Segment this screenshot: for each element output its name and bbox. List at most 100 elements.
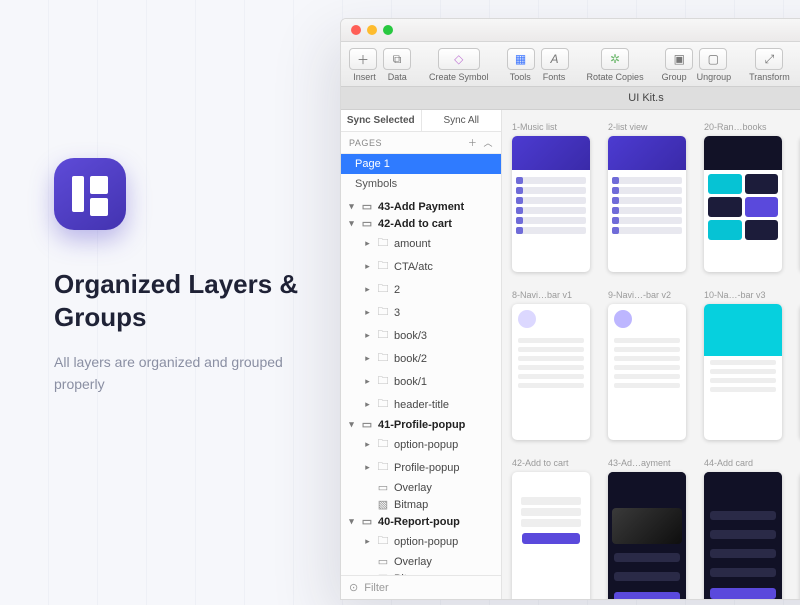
collapse-pages-icon[interactable]: ︿ (483, 136, 493, 149)
disclosure-arrow-icon[interactable]: ▾ (347, 218, 356, 229)
layer-tree[interactable]: ▾▭43-Add Payment▾▭42-Add to cart▸🗀amount… (341, 194, 501, 575)
layer-row[interactable]: ▸🗀3 (341, 301, 501, 324)
layer-row[interactable]: ▸🗀book/3 (341, 324, 501, 347)
minimize-window-icon[interactable] (367, 25, 377, 35)
layer-row[interactable]: ▸🗀Profile-popup (341, 456, 501, 479)
filter-row[interactable]: ⊙ Filter (341, 575, 501, 599)
disclosure-arrow-icon[interactable]: ▾ (347, 419, 356, 430)
create-symbol-icon[interactable]: ◇ (438, 48, 480, 70)
layer-name: CTA/atc (394, 261, 433, 273)
create-symbol-label: Create Symbol (429, 72, 489, 82)
folder-icon: 🗀 (377, 349, 389, 368)
artboard-10-navbar-v3[interactable]: 10-Na…-bar v3 (704, 290, 782, 440)
disclosure-arrow-icon[interactable]: ▾ (347, 516, 356, 527)
rotate-copies-icon[interactable]: ✲ (601, 48, 629, 70)
layer-name: Overlay (394, 556, 432, 568)
window-titlebar[interactable]: UI Kit.sket (341, 19, 800, 42)
artboard-44-add-card[interactable]: 44-Add card (704, 458, 782, 599)
disclosure-arrow-icon[interactable]: ▸ (363, 439, 372, 450)
layer-name: option-popup (394, 439, 458, 451)
canvas[interactable]: 1-Music list 2-list view 20-Ran…books (502, 110, 800, 599)
ungroup-label: Ungroup (697, 72, 732, 82)
page-item-page1[interactable]: Page 1 (341, 154, 501, 174)
layer-row[interactable]: ▸🗀amount (341, 232, 501, 255)
disclosure-arrow-icon[interactable]: ▸ (363, 261, 372, 272)
layer-row[interactable]: ▸🗀book/2 (341, 347, 501, 370)
disclosure-arrow-icon[interactable]: ▸ (363, 284, 372, 295)
layer-row[interactable]: ▸🗀option-popup (341, 530, 501, 553)
layer-name: book/1 (394, 376, 427, 388)
layer-row[interactable]: ▾▭40-Report-poup (341, 513, 501, 530)
sync-all-button[interactable]: Sync All (422, 110, 502, 131)
disclosure-arrow-icon[interactable]: ▸ (363, 307, 372, 318)
layer-row[interactable]: ▾▭43-Add Payment (341, 198, 501, 215)
toolbar-rotate-copies[interactable]: ✲ Rotate Copies (587, 48, 644, 82)
disclosure-arrow-icon[interactable]: ▸ (363, 536, 372, 547)
toolbar-transform[interactable]: ⤢ Transform (749, 48, 790, 82)
artboard-label: 8-Navi…bar v1 (512, 290, 590, 300)
toolbar-tools-fonts[interactable]: ▦ A Tools Fonts (507, 48, 569, 82)
folder-icon: 🗀 (377, 435, 389, 454)
layer-name: Overlay (394, 482, 432, 494)
folder-icon: 🗀 (377, 458, 389, 477)
layer-row[interactable]: ▧ Bitmap (341, 496, 501, 513)
disclosure-arrow-icon[interactable]: ▸ (363, 399, 372, 410)
window-traffic-lights[interactable] (351, 25, 393, 35)
fonts-icon[interactable]: A (541, 48, 569, 70)
folder-icon: 🗀 (377, 257, 389, 276)
artboard-2-list-view[interactable]: 2-list view (608, 122, 686, 272)
layer-row[interactable]: ▸ 🗀 book/1 (341, 370, 501, 393)
transform-icon[interactable]: ⤢ (755, 48, 783, 70)
filter-icon[interactable]: ⊙ (349, 581, 358, 594)
layer-row[interactable]: ▭Overlay (341, 553, 501, 570)
layer-row[interactable]: ▭Overlay (341, 479, 501, 496)
disclosure-arrow-icon[interactable]: ▸ (363, 330, 372, 341)
group-icon[interactable]: ▣ (665, 48, 693, 70)
artboard-1-music-list[interactable]: 1-Music list (512, 122, 590, 272)
folder-icon: 🗀 (377, 303, 389, 322)
document-tabstrip[interactable]: UI Kit.s (341, 87, 800, 110)
layer-name: Bitmap (394, 499, 428, 511)
add-page-icon[interactable]: ＋ (468, 136, 478, 149)
toolbar-insert[interactable]: ＋ ⧉ Insert Data (349, 48, 411, 82)
ungroup-icon[interactable]: ▢ (699, 48, 727, 70)
toolbar-create-symbol[interactable]: ◇ Create Symbol (429, 48, 489, 82)
disclosure-arrow-icon[interactable]: ▸ (363, 238, 372, 249)
artboard-43-add-payment[interactable]: 43-Ad…ayment (608, 458, 686, 599)
sync-selected-button[interactable]: Sync Selected (341, 110, 422, 131)
data-label: Data (388, 72, 407, 82)
image-icon: ▧ (377, 498, 389, 511)
tools-icon[interactable]: ▦ (507, 48, 535, 70)
artboard-row-1: 1-Music list 2-list view 20-Ran…books (512, 122, 800, 272)
artboard-20-ranbooks[interactable]: 20-Ran…books (704, 122, 782, 272)
artboard-label: 9-Navi…-bar v2 (608, 290, 686, 300)
promo-subtitle: All layers are organized and grouped pro… (54, 351, 304, 396)
document-tab[interactable]: UI Kit.s (628, 92, 663, 104)
zoom-window-icon[interactable] (383, 25, 393, 35)
layer-row[interactable]: ▾▭41-Profile-popup (341, 416, 501, 433)
artboard-icon: ▭ (361, 217, 373, 230)
layer-name: header-title (394, 399, 449, 411)
disclosure-arrow-icon[interactable]: ▸ (363, 462, 372, 473)
disclosure-arrow-icon[interactable]: ▸ (363, 353, 372, 364)
artboard-9-navbar-v2[interactable]: 9-Navi…-bar v2 (608, 290, 686, 440)
artboard-label: 43-Ad…ayment (608, 458, 686, 468)
layer-row[interactable]: ▾▭42-Add to cart (341, 215, 501, 232)
disclosure-arrow-icon[interactable]: ▸ (363, 376, 372, 387)
layer-row[interactable]: ▸🗀2 (341, 278, 501, 301)
artboard-label: 42-Add to cart (512, 458, 590, 468)
layer-row[interactable]: ▸ 🗀 option-popup (341, 433, 501, 456)
disclosure-arrow-icon[interactable]: ▾ (347, 201, 356, 212)
close-window-icon[interactable] (351, 25, 361, 35)
toolbar-group-ungroup[interactable]: ▣ ▢ Group Ungroup (662, 48, 732, 82)
artboard-8-navbar-v1[interactable]: 8-Navi…bar v1 (512, 290, 590, 440)
layer-row[interactable]: ▸🗀header-title (341, 393, 501, 416)
artboard-42-add-to-cart[interactable]: 42-Add to cart (512, 458, 590, 599)
pages-list[interactable]: Page 1 Symbols (341, 154, 501, 194)
data-cube-icon[interactable]: ⧉ (383, 48, 411, 70)
layer-row[interactable]: ▸ 🗀 CTA/atc (341, 255, 501, 278)
insert-plus-icon[interactable]: ＋ (349, 48, 377, 70)
transform-label: Transform (749, 72, 790, 82)
page-item-symbols[interactable]: Symbols (341, 174, 501, 194)
folder-icon: 🗀 (377, 372, 389, 391)
